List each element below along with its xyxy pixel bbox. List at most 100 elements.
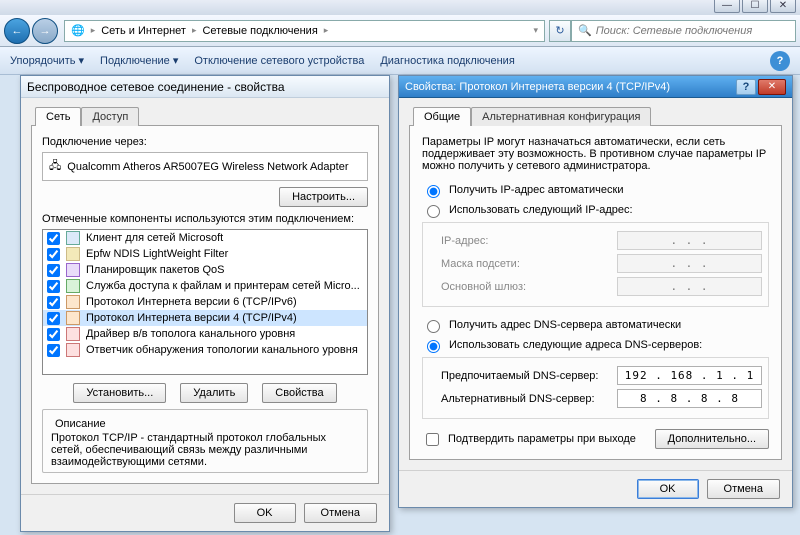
dialog-title-text: Свойства: Протокол Интернета версии 4 (T… [405, 81, 670, 93]
list-item-label: Служба доступа к файлам и принтерам сете… [86, 280, 360, 292]
forward-button[interactable]: → [32, 18, 58, 44]
checkbox[interactable] [47, 264, 60, 277]
refresh-button[interactable]: ↻ [549, 20, 571, 42]
advanced-button[interactable]: Дополнительно... [655, 429, 769, 449]
dialog-title: Беспроводное сетевое соединение - свойст… [21, 76, 389, 98]
checkbox[interactable] [47, 344, 60, 357]
list-item[interactable]: Драйвер в/в тополога канального уровня [43, 326, 367, 342]
dns-pref-label: Предпочитаемый DNS-сервер: [441, 370, 598, 382]
properties-button[interactable]: Свойства [262, 383, 336, 403]
confirm-label: Подтвердить параметры при выходе [448, 433, 636, 445]
maximize-button[interactable]: ☐ [742, 0, 768, 13]
radio-label: Получить адрес DNS-сервера автоматически [449, 319, 681, 331]
confirm-checkbox[interactable] [426, 433, 439, 446]
component-icon [66, 231, 80, 245]
list-item-selected[interactable]: Протокол Интернета версии 4 (TCP/IPv4) [43, 310, 367, 326]
checkbox[interactable] [47, 248, 60, 261]
uninstall-button[interactable]: Удалить [180, 383, 248, 403]
configure-button[interactable]: Настроить... [279, 187, 368, 207]
radio-dns-manual[interactable] [427, 340, 440, 353]
menu-organize[interactable]: Упорядочить ▾ [10, 54, 84, 67]
list-item[interactable]: Epfw NDIS LightWeight Filter [43, 246, 367, 262]
radio-ip-manual[interactable] [427, 205, 440, 218]
tab-alternative[interactable]: Альтернативная конфигурация [471, 107, 651, 126]
dns-alt-label: Альтернативный DNS-сервер: [441, 393, 595, 405]
checkbox[interactable] [47, 280, 60, 293]
back-button[interactable]: ← [4, 18, 30, 44]
component-icon [66, 343, 80, 357]
minimize-button[interactable]: — [714, 0, 740, 13]
dialog-connection-properties: Беспроводное сетевое соединение - свойст… [20, 75, 390, 532]
component-icon [66, 311, 80, 325]
radio-ip-auto[interactable] [427, 185, 440, 198]
description-title: Описание [51, 418, 110, 430]
tab-access[interactable]: Доступ [81, 107, 139, 126]
checkbox[interactable] [47, 232, 60, 245]
list-item[interactable]: Протокол Интернета версии 6 (TCP/IPv6) [43, 294, 367, 310]
dns-alt-field[interactable]: 8 . 8 . 8 . 8 [617, 389, 762, 408]
components-label: Отмеченные компоненты используются этим … [42, 213, 368, 225]
intro-text: Параметры IP могут назначаться автоматич… [422, 136, 769, 172]
breadcrumb-item[interactable]: Сеть и Интернет [101, 25, 186, 37]
radio-label: Получить IP-адрес автоматически [449, 184, 623, 196]
list-item-label: Протокол Интернета версии 4 (TCP/IPv4) [86, 312, 297, 324]
list-item-label: Драйвер в/в тополога канального уровня [86, 328, 295, 340]
tab-general[interactable]: Общие [413, 107, 471, 126]
radio-label: Использовать следующий IP-адрес: [449, 204, 633, 216]
cancel-button[interactable]: Отмена [707, 479, 780, 499]
titlebar: — ☐ ✕ [0, 0, 800, 15]
menu-disable[interactable]: Отключение сетевого устройства [194, 55, 364, 67]
checkbox[interactable] [47, 328, 60, 341]
install-button[interactable]: Установить... [73, 383, 166, 403]
components-list[interactable]: Клиент для сетей Microsoft Epfw NDIS Lig… [42, 229, 368, 375]
close-icon[interactable]: ✕ [758, 79, 786, 95]
component-icon [66, 327, 80, 341]
list-item[interactable]: Планировщик пакетов QoS [43, 262, 367, 278]
radio-label: Использовать следующие адреса DNS-сервер… [449, 339, 702, 351]
ip-field: . . . [617, 231, 762, 250]
connect-via-label: Подключение через: [42, 136, 368, 148]
list-item[interactable]: Ответчик обнаружения топологии канальног… [43, 342, 367, 358]
breadcrumb[interactable]: 🌐 ▸ Сеть и Интернет ▸ Сетевые подключени… [64, 20, 545, 42]
list-item[interactable]: Служба доступа к файлам и принтерам сете… [43, 278, 367, 294]
adapter-icon: 🖧 [49, 157, 61, 176]
dropdown-icon[interactable]: ▾ [533, 25, 538, 36]
list-item-label: Клиент для сетей Microsoft [86, 232, 223, 244]
chevron-right-icon: ▸ [91, 25, 96, 36]
component-icon [66, 247, 80, 261]
list-item[interactable]: Клиент для сетей Microsoft [43, 230, 367, 246]
help-button[interactable]: ? [736, 79, 756, 95]
list-item-label: Протокол Интернета версии 6 (TCP/IPv6) [86, 296, 297, 308]
dialog-title: Свойства: Протокол Интернета версии 4 (T… [399, 76, 792, 98]
component-icon [66, 279, 80, 293]
checkbox[interactable] [47, 312, 60, 325]
adapter-field: 🖧 Qualcomm Atheros AR5007EG Wireless Net… [42, 152, 368, 181]
gateway-label: Основной шлюз: [441, 281, 526, 293]
gateway-field: . . . [617, 277, 762, 296]
help-icon[interactable]: ? [770, 51, 790, 71]
checkbox[interactable] [47, 296, 60, 309]
component-icon [66, 263, 80, 277]
dns-pref-field[interactable]: 192 . 168 . 1 . 1 [617, 366, 762, 385]
cancel-button[interactable]: Отмена [304, 503, 377, 523]
menu-diagnose[interactable]: Диагностика подключения [380, 55, 514, 67]
nav-row: ← → 🌐 ▸ Сеть и Интернет ▸ Сетевые подклю… [0, 15, 800, 47]
mask-field: . . . [617, 254, 762, 273]
network-icon: 🌐 [71, 24, 85, 37]
menu-connect[interactable]: Подключение ▾ [100, 54, 178, 67]
breadcrumb-item[interactable]: Сетевые подключения [202, 25, 317, 37]
tab-network[interactable]: Сеть [35, 107, 81, 126]
search-input[interactable]: 🔍 Поиск: Сетевые подключения [571, 20, 796, 42]
search-icon: 🔍 [578, 24, 592, 37]
toolbar: Упорядочить ▾ Подключение ▾ Отключение с… [0, 47, 800, 75]
chevron-right-icon: ▸ [324, 25, 329, 36]
radio-dns-auto[interactable] [427, 320, 440, 333]
mask-label: Маска подсети: [441, 258, 520, 270]
component-icon [66, 295, 80, 309]
ok-button[interactable]: OK [637, 479, 699, 499]
description-text: Протокол TCP/IP - стандартный протокол г… [51, 432, 359, 468]
close-button[interactable]: ✕ [770, 0, 796, 13]
list-item-label: Ответчик обнаружения топологии канальног… [86, 344, 358, 356]
ok-button[interactable]: OK [234, 503, 296, 523]
ip-label: IP-адрес: [441, 235, 488, 247]
